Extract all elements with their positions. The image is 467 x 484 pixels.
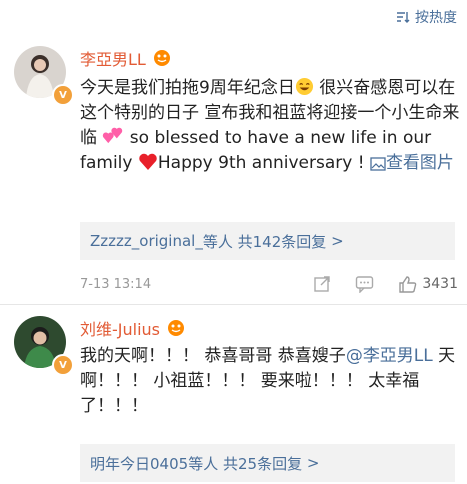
reply-count: 共25条回复 <box>222 454 303 473</box>
reply-names: 明年今日0405 <box>90 454 189 473</box>
two-hearts-emoji-icon <box>103 127 123 144</box>
mention-link[interactable]: @李亞男LL <box>346 346 433 366</box>
chevron-right-icon: > <box>306 454 320 472</box>
comment-text: 今天是我们拍拖9周年纪念日 很兴奋感恩可以在这个特别的日子 宣布我和祖蓝将迎接一… <box>80 76 460 176</box>
username[interactable]: 李亞男LL <box>80 46 146 70</box>
comment-time: 7-13 13:14 <box>80 276 152 292</box>
replies-summary[interactable]: 明年今日0405 等人 共25条回复 > <box>80 444 455 482</box>
like-count: 3431 <box>422 276 458 292</box>
reply-names: Zzzzz_original_ <box>90 232 203 250</box>
grin-emoji-icon <box>295 77 313 96</box>
comment-meta: 7-13 13:14 3431 <box>80 269 458 299</box>
share-button[interactable] <box>313 275 331 293</box>
sort-control[interactable]: 按热度 <box>396 4 457 30</box>
image-link-icon <box>370 157 386 171</box>
like-button[interactable]: 3431 <box>398 275 458 294</box>
comment-icon <box>356 276 374 293</box>
red-heart-emoji-icon <box>139 153 157 170</box>
reply-count: 共142条回复 <box>237 232 327 251</box>
reply-names-suffix: 等人 <box>188 454 219 473</box>
verified-badge-icon: V <box>52 84 74 106</box>
verified-badge-icon: V <box>52 354 74 376</box>
comment-text-part: 今天是我们拍拖9周年纪念日 <box>80 78 295 98</box>
share-icon <box>314 276 331 292</box>
level-badge-icon <box>153 50 170 66</box>
sort-icon <box>397 12 410 23</box>
chevron-right-icon: > <box>331 232 344 250</box>
level-badge-icon <box>168 320 185 336</box>
username[interactable]: 刘维-Julius <box>80 316 160 340</box>
view-image-label: 查看图片 <box>385 153 454 173</box>
comment-text: 我的天啊！！！ 恭喜哥哥 恭喜嫂子@李亞男LL 天啊！！！ 小祖蓝！！！ 要来啦… <box>80 344 460 419</box>
divider <box>0 304 467 305</box>
sort-label: 按热度 <box>415 10 457 26</box>
view-image-link[interactable]: 查看图片 <box>370 153 454 173</box>
comment-text-part: Happy 9th anniversary ! <box>157 153 370 173</box>
comment-button[interactable] <box>355 275 374 293</box>
comment-text-part: 我的天啊！！！ 恭喜哥哥 恭喜嫂子 <box>80 346 346 366</box>
replies-summary[interactable]: Zzzzz_original_ 等人 共142条回复 > <box>80 222 455 260</box>
like-icon <box>399 275 417 293</box>
reply-names-suffix: 等人 <box>202 232 233 251</box>
